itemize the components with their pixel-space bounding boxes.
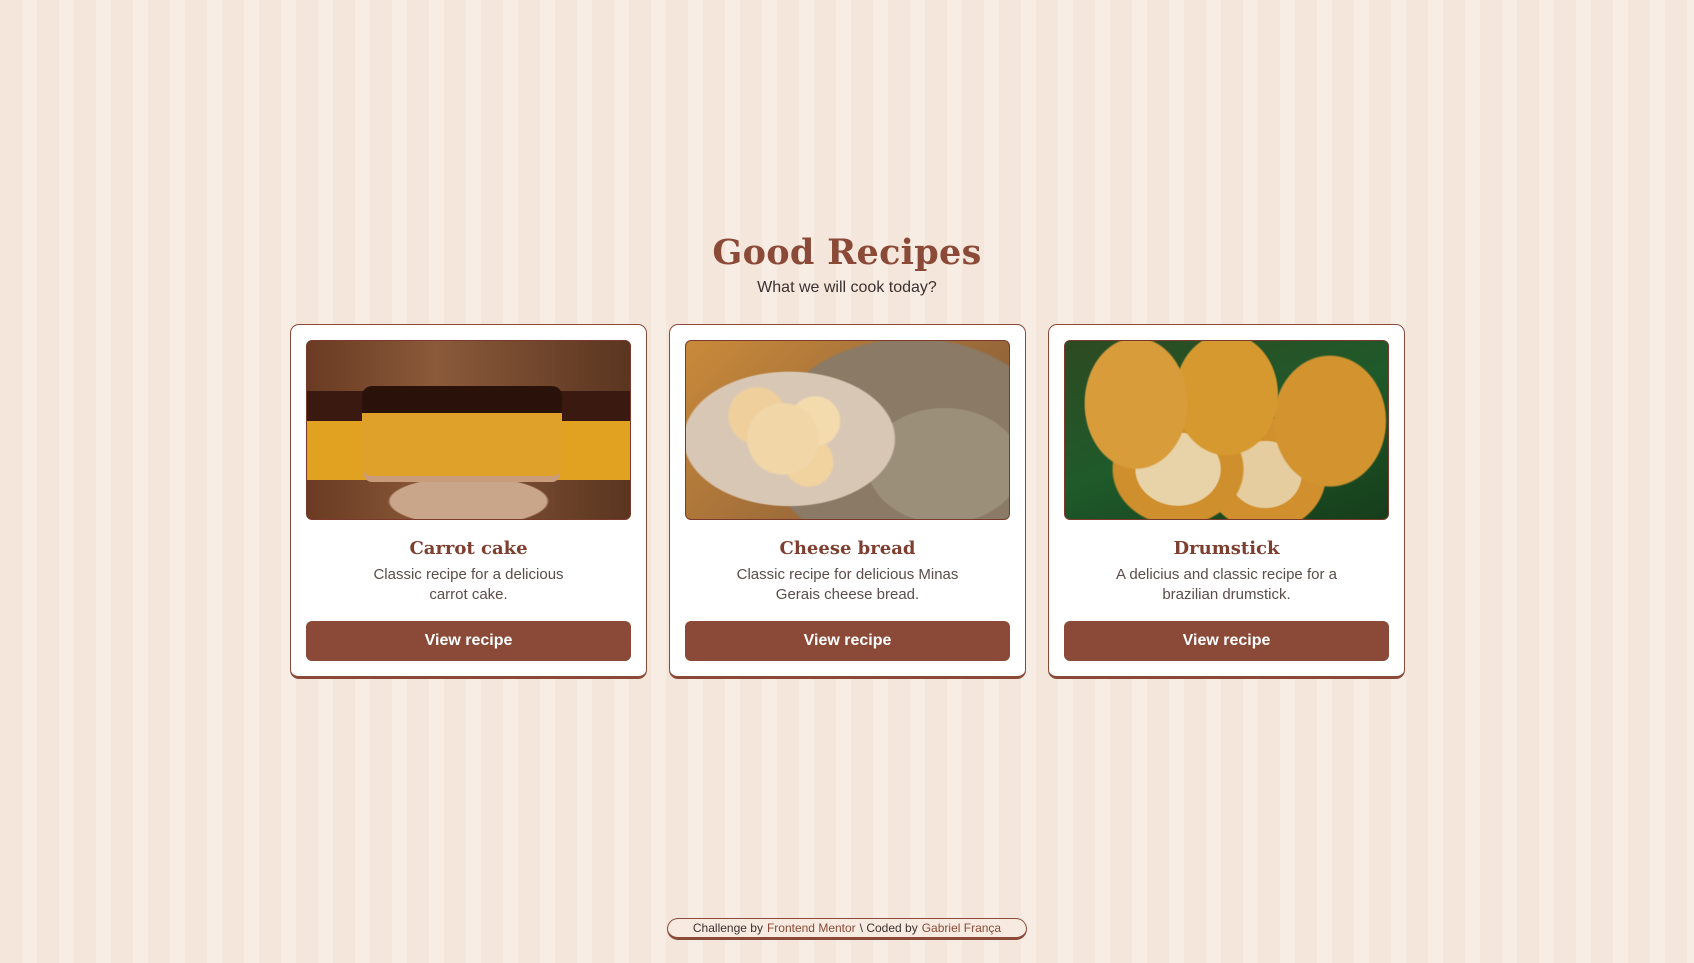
page-header: Good Recipes What we will cook today?: [0, 232, 1694, 297]
page-subtitle: What we will cook today?: [757, 279, 937, 296]
frontend-mentor-link[interactable]: Frontend Mentor: [767, 921, 856, 935]
recipe-image: [685, 340, 1010, 520]
recipe-title: Cheese bread: [779, 537, 916, 559]
page-title: Good Recipes: [712, 232, 982, 273]
view-recipe-button[interactable]: View recipe: [685, 620, 1010, 661]
recipe-image: [306, 340, 631, 520]
author-link[interactable]: Gabriel França: [922, 921, 1001, 935]
coded-by-text: \ Coded by: [859, 921, 918, 935]
recipe-title: Carrot cake: [409, 537, 528, 559]
recipe-description: A delicius and classic recipe for a braz…: [1116, 565, 1337, 603]
recipe-description: Classic recipe for a delicious carrot ca…: [373, 565, 564, 603]
recipe-image: [1064, 340, 1389, 520]
view-recipe-button[interactable]: View recipe: [1064, 620, 1389, 661]
recipe-cards: Carrot cake Classic recipe for a delicio…: [290, 324, 1405, 679]
view-recipe-button[interactable]: View recipe: [306, 620, 631, 661]
challenge-prefix: Challenge by: [692, 921, 763, 935]
recipe-card-drumstick: Drumstick A delicius and classic recipe …: [1048, 324, 1405, 679]
recipe-title: Drumstick: [1173, 537, 1280, 559]
recipe-card-carrot-cake: Carrot cake Classic recipe for a delicio…: [290, 324, 647, 679]
recipe-card-cheese-bread: Cheese bread Classic recipe for deliciou…: [669, 324, 1026, 679]
attribution-footer: Challenge by Frontend Mentor \ Coded by …: [667, 918, 1027, 940]
recipe-description: Classic recipe for delicious Minas Gerai…: [736, 565, 959, 603]
